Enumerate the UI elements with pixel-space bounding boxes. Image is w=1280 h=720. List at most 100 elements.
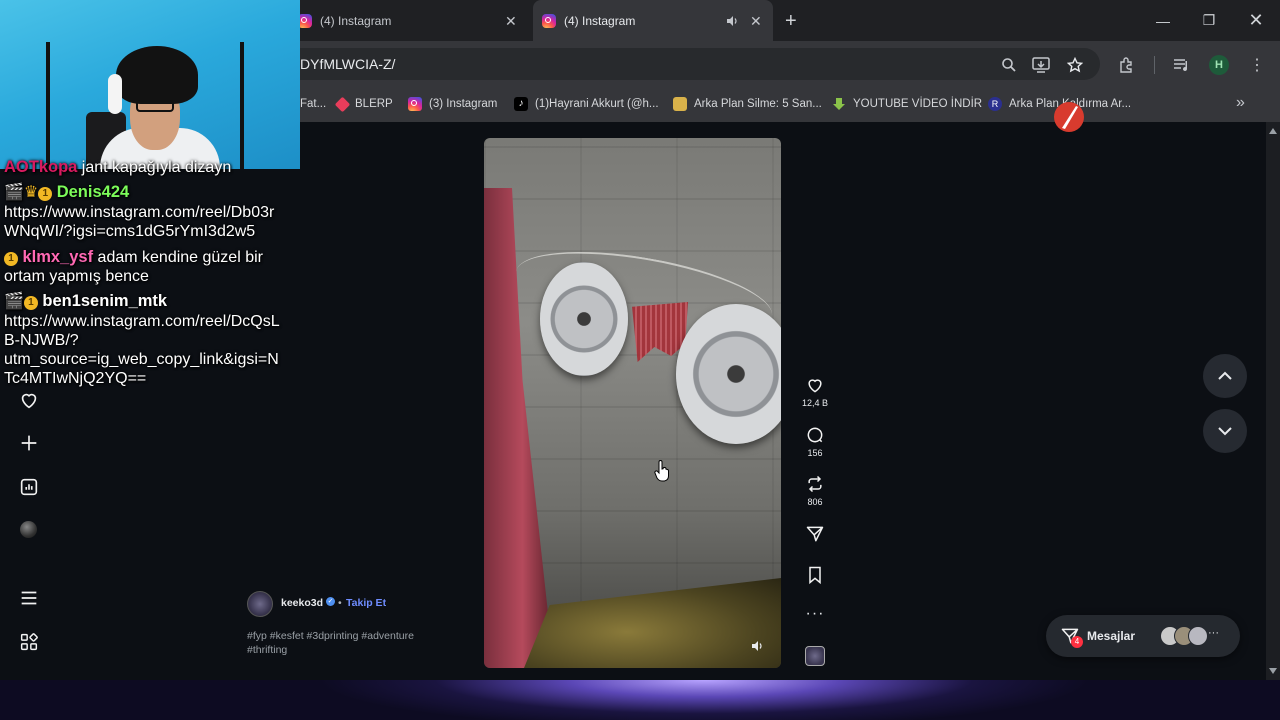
bookmark-arka-plan-silme[interactable]: Arka Plan Silme: 5 San...	[673, 86, 822, 122]
caption-hashtags-2[interactable]: #thrifting	[247, 644, 287, 656]
chevron-up-icon	[1218, 371, 1232, 380]
more-avatars-icon: ···	[1208, 627, 1219, 639]
more-options-icon[interactable]: ···	[800, 605, 830, 623]
download-icon	[833, 98, 845, 110]
window-close-button[interactable]: ✕	[1233, 0, 1279, 41]
webcam-glasses	[136, 100, 174, 112]
next-reel-button[interactable]	[1203, 409, 1247, 453]
crown-badge-icon: ♛	[23, 184, 39, 201]
bookmark-item[interactable]: Fat...	[300, 86, 326, 122]
bookmark-youtube-indir[interactable]: YOUTUBE VİDEO İNDİR	[832, 86, 982, 122]
broadcaster-badge-icon: 🎬	[4, 184, 24, 201]
tab-instagram-1[interactable]: (4) Instagram ✕	[290, 0, 528, 41]
toolbar-divider	[1154, 56, 1155, 74]
chat-username: Denis424	[56, 183, 130, 201]
hand-cursor-icon	[654, 460, 669, 482]
send-icon	[806, 526, 824, 542]
instagram-icon	[298, 13, 312, 28]
chat-text: adam kendine güzel bir	[97, 249, 263, 266]
volume-icon[interactable]	[750, 639, 764, 653]
chat-text: B-NJWB/?	[4, 332, 79, 349]
restore-button[interactable]: ❐	[1186, 0, 1232, 41]
author-avatar[interactable]	[247, 591, 273, 617]
chat-username: klmx_ysf	[22, 248, 94, 266]
separator-dot: •	[338, 597, 342, 609]
messages-label: Mesajlar	[1087, 629, 1136, 643]
comment-count: 156	[807, 448, 823, 458]
blerp-icon	[334, 96, 351, 112]
stream-chat: AOTkopa jant kapağıyla dizayn 🎬♛ 1 Denis4…	[0, 154, 300, 399]
minimize-button[interactable]: —	[1140, 0, 1186, 41]
new-tab-button[interactable]: +	[785, 10, 797, 33]
previous-reel-button[interactable]	[1203, 354, 1247, 398]
profile-avatar[interactable]	[20, 521, 37, 538]
url-text[interactable]: DYfMLWCIA-Z/	[300, 56, 395, 72]
webcam-overlay	[0, 0, 300, 169]
repost-icon	[808, 475, 822, 493]
scrollbar[interactable]	[1266, 122, 1280, 680]
scroll-up-arrow-icon[interactable]	[1269, 128, 1277, 134]
profile-avatar[interactable]: H	[1209, 55, 1229, 75]
chat-username: ben1senim_mtk	[42, 292, 168, 310]
chat-text: utm_source=ig_web_copy_link&igsi=N	[4, 351, 279, 368]
video-hubcap-right	[676, 304, 781, 444]
chat-text: ortam yapmış bence	[4, 268, 149, 285]
instagram-icon	[542, 13, 556, 28]
chat-text: jant kapağıyla dizayn	[81, 159, 232, 176]
scroll-down-arrow-icon[interactable]	[1269, 668, 1277, 674]
share-button[interactable]	[800, 524, 830, 544]
author-username[interactable]: keeko3d	[281, 597, 323, 609]
chat-message: 🎬♛ 1 Denis424	[4, 183, 129, 202]
webcam-light-stand	[240, 42, 244, 169]
verified-badge-icon: ✓	[326, 597, 335, 606]
install-app-icon[interactable]	[1030, 54, 1052, 76]
comment-icon	[807, 427, 823, 443]
zoom-icon[interactable]	[998, 54, 1020, 76]
chat-message: 🎬 1 ben1senim_mtk	[4, 292, 167, 311]
bookmark-blerp[interactable]: BLERP	[334, 86, 393, 122]
more-bookmarks-icon[interactable]: »	[1236, 94, 1245, 112]
create-plus-icon[interactable]	[18, 432, 40, 454]
webcam-light-stand	[46, 42, 50, 169]
remove-bg-icon: R	[988, 97, 1002, 111]
follow-button[interactable]: Takip Et	[346, 597, 386, 609]
like-button[interactable]: 12,4 B	[800, 375, 830, 408]
bookmark-tiktok[interactable]: ♪ (1)Hayrani Akkurt (@h...	[514, 86, 659, 122]
video-hubcap-left	[540, 262, 628, 376]
menu-kebab-icon[interactable]: ⋮	[1246, 54, 1268, 76]
chat-text: https://www.instagram.com/reel/DcQsL	[4, 313, 280, 330]
tiktok-icon: ♪	[514, 97, 528, 111]
chevron-down-icon	[1218, 427, 1232, 436]
like-count: 12,4 B	[801, 398, 829, 408]
repost-count: 806	[807, 497, 823, 507]
extensions-icon[interactable]	[1116, 54, 1138, 76]
tab-title: (4) Instagram	[564, 13, 636, 28]
chat-message: 1 klmx_ysf adam kendine güzel bir	[4, 248, 263, 267]
comment-button[interactable]: 156	[800, 425, 830, 458]
sub-badge-icon: 1	[23, 296, 38, 310]
pen-tool-icon	[1054, 102, 1084, 132]
instagram-icon	[408, 97, 422, 111]
more-apps-icon[interactable]	[18, 631, 40, 653]
audio-thumbnail[interactable]	[805, 646, 825, 666]
save-button[interactable]	[800, 565, 830, 585]
bookmark-star-icon[interactable]	[1064, 54, 1086, 76]
tab-instagram-2[interactable]: (4) Instagram ✕	[533, 0, 773, 41]
reel-video[interactable]	[484, 138, 781, 668]
chat-message: AOTkopa jant kapağıyla dizayn	[4, 158, 231, 177]
dashboard-icon[interactable]	[18, 476, 40, 498]
chat-username: AOTkopa	[4, 158, 78, 176]
bookmark-icon	[809, 566, 821, 585]
caption-hashtags[interactable]: #fyp #kesfet #3dprinting #adventure	[247, 630, 414, 642]
messages-button[interactable]: 4 Mesajlar ···	[1046, 615, 1240, 657]
avatar	[1188, 626, 1208, 646]
address-bar[interactable]	[280, 48, 1100, 80]
close-icon[interactable]: ✕	[505, 13, 517, 30]
repost-button[interactable]: 806	[800, 474, 830, 507]
menu-hamburger-icon[interactable]	[18, 587, 40, 609]
media-control-icon[interactable]	[1171, 54, 1193, 76]
close-icon[interactable]: ✕	[750, 13, 762, 30]
speaker-icon[interactable]	[725, 14, 739, 28]
webcam-headphone	[108, 74, 122, 114]
bookmark-instagram[interactable]: (3) Instagram	[408, 86, 497, 122]
